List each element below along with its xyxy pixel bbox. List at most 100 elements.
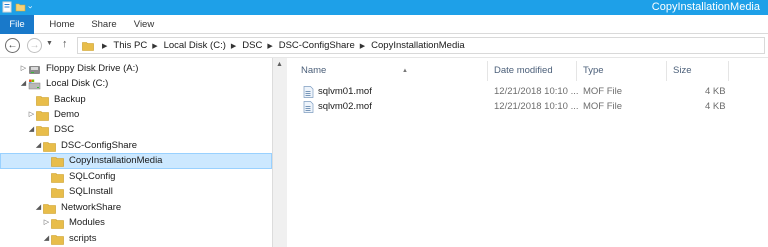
back-arrow-icon: ← (7, 39, 18, 51)
breadcrumb-separator-icon[interactable]: ▶ (360, 42, 365, 50)
tree-item-sqlconfig[interactable]: SQLConfig (42, 169, 115, 185)
file-row[interactable]: sqlvm02.mof 12/21/2018 10:10 ... MOF Fil… (287, 99, 768, 115)
column-header-size[interactable]: Size (673, 63, 691, 79)
file-list-pane: Name ▲ Date modified Type Size sqlvm01.m… (287, 58, 768, 247)
tree-item-label: DSC-ConfigShare (61, 140, 138, 151)
breadcrumb-separator-icon[interactable]: ▶ (231, 42, 236, 50)
properties-icon[interactable] (2, 1, 13, 13)
new-folder-icon[interactable] (15, 1, 26, 13)
tree-item-dsc[interactable]: ◢ DSC (27, 122, 74, 138)
folder-icon (43, 141, 56, 152)
collapse-arrow-icon[interactable]: ◢ (42, 231, 51, 247)
breadcrumb-separator-icon[interactable]: ▶ (152, 42, 157, 50)
mof-file-icon (303, 101, 314, 113)
breadcrumb-separator-icon[interactable]: ▶ (267, 42, 272, 50)
tree-item-label: Local Disk (C:) (46, 78, 109, 89)
up-arrow-icon: ↑ (62, 38, 68, 50)
navigation-bar: ← → ▼ ↑ ▶ This PC ▶ Local Disk (C:) ▶ DS… (0, 34, 768, 58)
file-size: 4 KB (705, 86, 726, 97)
file-date-modified: 12/21/2018 10:10 ... (494, 86, 579, 97)
collapse-arrow-icon[interactable]: ◢ (34, 200, 43, 216)
local-disk-icon (28, 79, 41, 89)
folder-icon (51, 234, 64, 245)
column-separator[interactable] (728, 61, 729, 81)
quick-access-toolbar (2, 1, 35, 13)
collapse-arrow-icon[interactable]: ◢ (19, 76, 28, 92)
folder-icon (51, 156, 64, 167)
tree-item-backup[interactable]: Backup (27, 92, 86, 108)
folder-icon (36, 125, 49, 136)
file-date-modified: 12/21/2018 10:10 ... (494, 101, 579, 112)
folder-icon (36, 110, 49, 121)
tab-file[interactable]: File (0, 15, 34, 34)
tree-item-dsc-configshare[interactable]: ◢ DSC-ConfigShare (34, 138, 137, 154)
up-button[interactable]: ↑ (62, 38, 68, 50)
folder-icon (43, 203, 56, 214)
column-separator[interactable] (666, 61, 667, 81)
tree-item-label: scripts (69, 233, 97, 244)
scroll-up-icon[interactable]: ▲ (276, 61, 283, 68)
tree-item-sqlinstall[interactable]: SQLInstall (42, 184, 113, 200)
column-header-type[interactable]: Type (583, 63, 604, 79)
recent-locations-button[interactable]: ▼ (46, 40, 53, 47)
tree-item-label: DSC (54, 124, 75, 135)
navigation-pane: ▷ Floppy Disk Drive (A:) ◢ Local Disk (C… (0, 58, 272, 247)
expand-arrow-icon[interactable]: ▷ (19, 61, 28, 77)
tree-item-label: Modules (69, 217, 105, 228)
tab-view[interactable]: View (128, 15, 160, 34)
address-bar[interactable]: ▶ This PC ▶ Local Disk (C:) ▶ DSC ▶ DSC-… (77, 37, 765, 54)
expand-arrow-icon[interactable]: ▷ (27, 107, 36, 123)
file-name: sqlvm01.mof (318, 86, 372, 97)
breadcrumb-separator-icon[interactable]: ▶ (102, 42, 107, 50)
file-name-cell: sqlvm01.mof (303, 84, 372, 100)
collapse-arrow-icon[interactable]: ◢ (34, 138, 43, 154)
file-name: sqlvm02.mof (318, 101, 372, 112)
folder-icon (82, 41, 94, 51)
tab-home[interactable]: Home (42, 15, 82, 34)
breadcrumb-copyinstallationmedia[interactable]: CopyInstallationMedia (371, 40, 464, 51)
breadcrumb-this-pc[interactable]: This PC (113, 40, 147, 51)
column-separator[interactable] (487, 61, 488, 81)
chevron-down-icon: ▼ (46, 40, 53, 47)
column-header-name[interactable]: Name ▲ (301, 63, 481, 79)
tree-item-label: SQLConfig (69, 171, 116, 182)
forward-button[interactable]: → (27, 38, 42, 53)
navigation-pane-scrollbar[interactable]: ▲ (273, 58, 287, 247)
column-separator[interactable] (576, 61, 577, 81)
tree-item-floppy-drive[interactable]: ▷ Floppy Disk Drive (A:) (19, 61, 139, 77)
folder-icon (51, 218, 64, 229)
tree-item-label: Floppy Disk Drive (A:) (46, 63, 139, 74)
breadcrumb-dsc-configshare[interactable]: DSC-ConfigShare (279, 40, 355, 51)
file-name-cell: sqlvm02.mof (303, 99, 372, 115)
tree-item-scripts[interactable]: ◢ scripts (42, 231, 96, 247)
breadcrumb-local-disk[interactable]: Local Disk (C:) (164, 40, 226, 51)
tree-item-label: Demo (54, 109, 80, 120)
tree-item-label: SQLInstall (69, 186, 113, 197)
tree-item-networkshare[interactable]: ◢ NetworkShare (34, 200, 121, 216)
tree-item-local-disk[interactable]: ◢ Local Disk (C:) (19, 76, 109, 92)
sort-ascending-icon: ▲ (402, 68, 408, 74)
file-type: MOF File (583, 86, 623, 97)
file-row[interactable]: sqlvm01.mof 12/21/2018 10:10 ... MOF Fil… (287, 84, 768, 100)
column-header-label: Name (301, 65, 327, 76)
tree-item-label: NetworkShare (61, 202, 122, 213)
folder-icon (36, 95, 49, 106)
column-header-date-modified[interactable]: Date modified (494, 63, 553, 79)
collapse-arrow-icon[interactable]: ◢ (27, 122, 36, 138)
chevron-down-icon[interactable] (28, 1, 35, 13)
folder-icon (51, 187, 64, 198)
folder-icon (51, 172, 64, 183)
mof-file-icon (303, 86, 314, 98)
forward-arrow-icon: → (29, 39, 40, 51)
tree-item-copyinstallationmedia[interactable]: CopyInstallationMedia (42, 153, 162, 169)
breadcrumb-dsc[interactable]: DSC (242, 40, 262, 51)
window-title: CopyInstallationMedia (651, 1, 760, 13)
ribbon-tabs: File Home Share View (0, 15, 768, 34)
back-button[interactable]: ← (5, 38, 20, 53)
tree-item-modules[interactable]: ▷ Modules (42, 215, 105, 231)
tree-item-demo[interactable]: ▷ Demo (27, 107, 79, 123)
expand-arrow-icon[interactable]: ▷ (42, 215, 51, 231)
title-bar: CopyInstallationMedia (0, 0, 768, 15)
tab-share[interactable]: Share (86, 15, 122, 34)
file-type: MOF File (583, 101, 623, 112)
